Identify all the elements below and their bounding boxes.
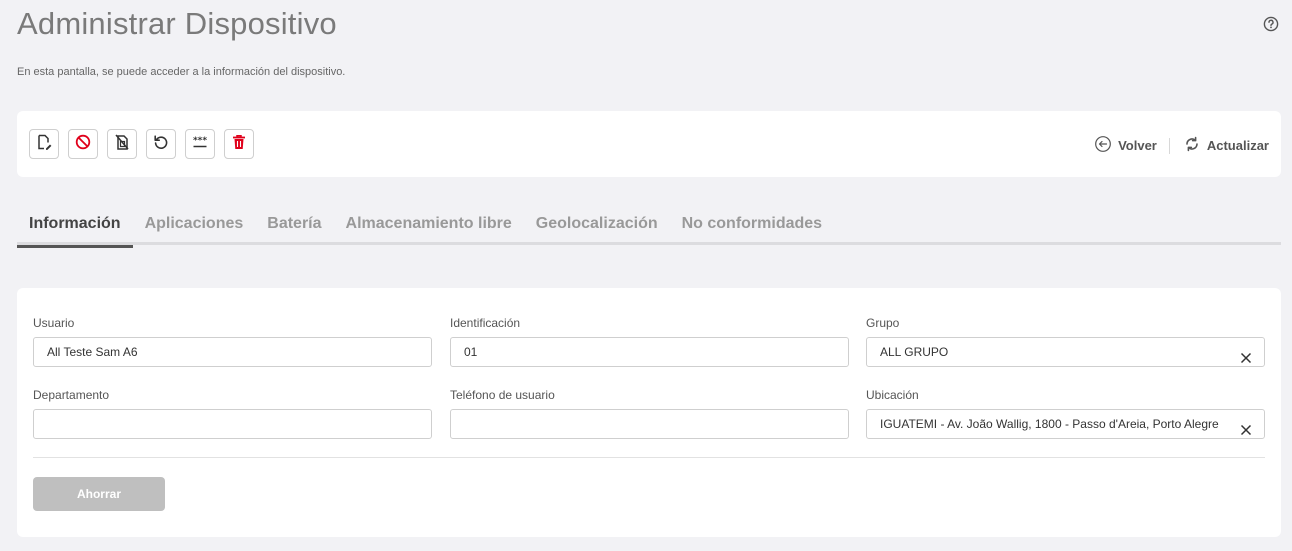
refresh-label: Actualizar — [1206, 138, 1269, 153]
ubicacion-label: Ubicación — [866, 388, 919, 402]
telefono-label: Teléfono de usuario — [450, 388, 555, 402]
form-divider — [33, 457, 1265, 458]
ubicacion-value: IGUATEMI - Av. João Wallig, 1800 - Passo… — [880, 417, 1219, 431]
back-button[interactable]: Volver — [1094, 135, 1157, 156]
reset-icon — [152, 133, 170, 156]
identificacion-input[interactable]: 01 — [450, 337, 849, 367]
tab-informacion[interactable]: Información — [17, 208, 133, 248]
toolbar-divider — [1168, 137, 1170, 154]
usuario-input[interactable]: All Teste Sam A6 — [33, 337, 432, 367]
tab-bar: Información Aplicaciones Batería Almacen… — [17, 208, 1281, 248]
delete-button[interactable] — [224, 129, 254, 159]
grupo-value: ALL GRUPO — [880, 345, 949, 359]
action-toolbar: *** Volver Actualizar — [17, 111, 1281, 177]
ubicacion-select[interactable]: IGUATEMI - Av. João Wallig, 1800 - Passo… — [866, 409, 1265, 439]
block-button[interactable] — [68, 129, 98, 159]
usuario-label: Usuario — [33, 316, 75, 330]
disable-sim-button[interactable] — [107, 129, 137, 159]
page-title: Administrar Dispositivo — [17, 6, 337, 41]
grupo-label: Grupo — [866, 316, 900, 330]
edit-button[interactable] — [29, 129, 59, 159]
identificacion-label: Identificación — [450, 316, 521, 330]
telefono-input[interactable] — [450, 409, 849, 439]
save-button[interactable]: Ahorrar — [33, 477, 165, 511]
refresh-button[interactable]: Actualizar — [1183, 135, 1269, 156]
password-icon: *** — [191, 133, 209, 156]
page-subtitle: En esta pantalla, se puede acceder a la … — [17, 66, 346, 78]
clear-ubicacion-icon[interactable] — [1240, 418, 1252, 436]
back-label: Volver — [1118, 138, 1157, 153]
identificacion-field-group: Identificación 01 — [450, 316, 849, 367]
tab-bateria[interactable]: Batería — [255, 208, 333, 245]
reset-button[interactable] — [146, 129, 176, 159]
device-info-form: Usuario All Teste Sam A6 Identificación … — [17, 288, 1281, 537]
tab-aplicaciones[interactable]: Aplicaciones — [133, 208, 256, 245]
tab-geolocalizacion[interactable]: Geolocalización — [524, 208, 670, 245]
telefono-field-group: Teléfono de usuario — [450, 388, 849, 439]
departamento-label: Departamento — [33, 388, 110, 402]
departamento-field-group: Departamento — [33, 388, 432, 439]
help-icon[interactable] — [1263, 16, 1279, 32]
trash-icon — [230, 133, 248, 156]
no-sim-icon — [113, 133, 131, 156]
tab-no-conformidades[interactable]: No conformidades — [670, 208, 834, 245]
usuario-field-group: Usuario All Teste Sam A6 — [33, 316, 432, 367]
clear-grupo-icon[interactable] — [1240, 346, 1252, 364]
password-button[interactable]: *** — [185, 129, 215, 159]
grupo-select[interactable]: ALL GRUPO — [866, 337, 1265, 367]
ubicacion-field-group: Ubicación IGUATEMI - Av. João Wallig, 18… — [866, 388, 1265, 439]
departamento-input[interactable] — [33, 409, 432, 439]
edit-document-icon — [35, 133, 53, 156]
grupo-field-group: Grupo ALL GRUPO — [866, 316, 1265, 367]
refresh-icon — [1183, 135, 1201, 156]
tab-almacenamiento-libre[interactable]: Almacenamiento libre — [334, 208, 524, 245]
block-icon — [74, 133, 92, 156]
arrow-left-circle-icon — [1094, 135, 1112, 156]
svg-text:***: *** — [193, 136, 207, 146]
